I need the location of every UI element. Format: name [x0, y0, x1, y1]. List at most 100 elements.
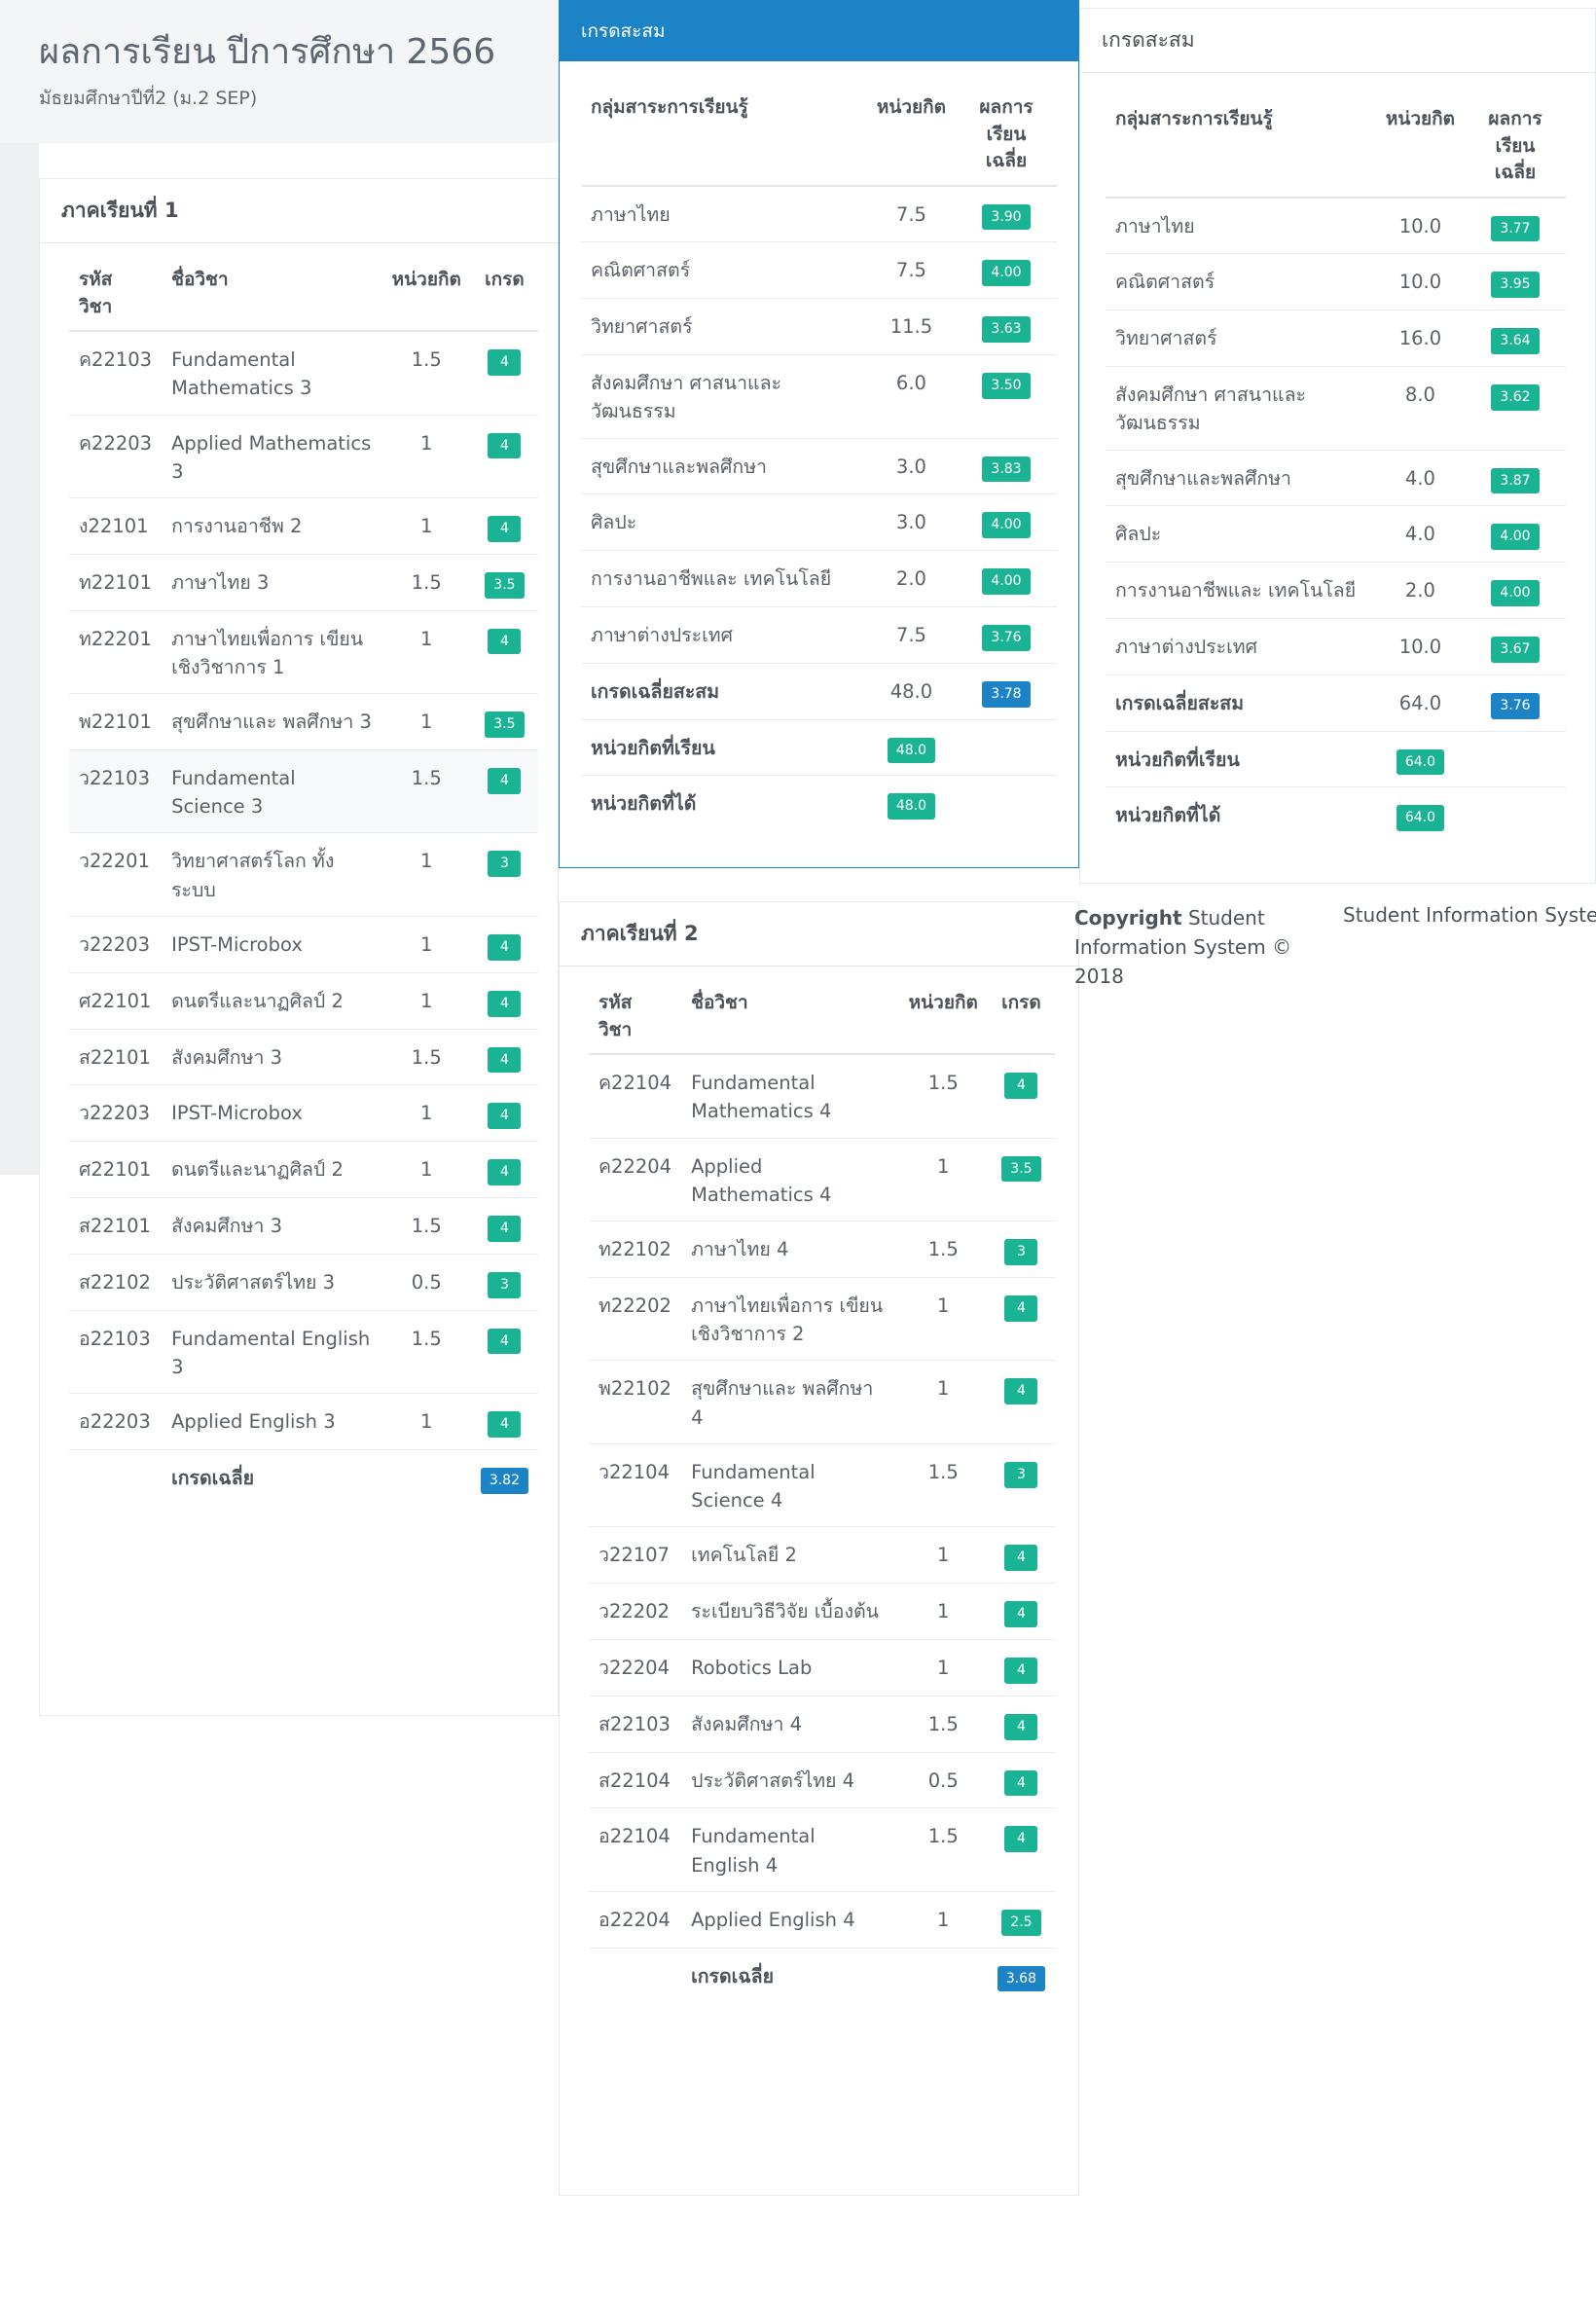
gpa-row: เกรดเฉลี่ย 3.82 [69, 1448, 538, 1506]
table-row: ท22102 ภาษาไทย 4 1.5 3 [589, 1221, 1055, 1278]
group-credit: 7.5 [866, 605, 956, 664]
table-row: ค22103 Fundamental Mathematics 3 1.5 4 [69, 330, 538, 416]
cumulative-panel-1: เกรดสะสม กลุ่มสาระการเรียนรู้ หน่วยกิต ผ… [559, 0, 1079, 868]
col-average: ผลการเรียน เฉลี่ย [979, 96, 1034, 172]
course-code: ศ22101 [69, 1141, 163, 1198]
average-badge: 3.64 [1491, 328, 1540, 355]
course-code: พ22102 [589, 1360, 682, 1444]
course-grade-cell: 4 [470, 915, 538, 973]
grade-badge: 3 [488, 851, 522, 878]
cumulative-gpa-cell: 3.78 [956, 662, 1057, 720]
course-code: ว22203 [69, 1084, 163, 1142]
course-grade-cell: 4 [470, 1141, 538, 1198]
term2-rows: ค22104 Fundamental Mathematics 4 1.5 4 ค2220… [589, 1053, 1055, 2004]
course-credit: 1.5 [898, 1053, 988, 1139]
credits-earned-row: หน่วยกิตที่ได้ 48.0 [581, 775, 1057, 832]
course-code: อ22203 [69, 1393, 163, 1450]
subject-group: คณิตศาสตร์ [581, 241, 867, 299]
group-credit: 10.0 [1375, 253, 1465, 310]
cumulative-1-rows: ภาษาไทย 7.5 3.90 คณิตศาสตร์ 7.5 4.00 วิทยาศาสต… [581, 184, 1057, 832]
credits-studied-badge: 64.0 [1396, 748, 1444, 776]
course-credit: 1 [898, 1583, 988, 1640]
col-subject-group: กลุ่มสาระการเรียนรู้ [1115, 108, 1273, 129]
term2-heading: ภาคเรียนที่ 2 [560, 902, 1078, 966]
credits-studied-cell: 48.0 [866, 718, 956, 776]
group-average-cell: 3.50 [956, 354, 1057, 439]
group-credit: 3.0 [866, 493, 956, 551]
credits-studied-row: หน่วยกิตที่เรียน 48.0 [581, 718, 1057, 776]
course-grade-cell: 3 [987, 1442, 1055, 1527]
col-subject-group: กลุ่มสาระการเรียนรู้ [591, 96, 748, 118]
grade-badge: 4 [488, 1103, 522, 1130]
average-badge: 4.00 [1491, 580, 1540, 606]
subject-group: สุขศึกษาและพลศึกษา [1106, 449, 1376, 506]
course-code: ว22203 [69, 915, 163, 973]
course-name: IPST-Microbox [162, 1084, 382, 1142]
grade-badge: 4 [1004, 1545, 1038, 1572]
group-average-cell: 3.83 [956, 437, 1057, 494]
course-name: Fundamental Science 3 [162, 748, 382, 833]
course-name: Fundamental English 3 [162, 1309, 382, 1394]
group-credit: 7.5 [866, 241, 956, 299]
average-badge: 4.00 [1491, 524, 1540, 551]
group-average-cell: 3.77 [1465, 196, 1566, 254]
course-credit: 1.5 [898, 1442, 988, 1527]
group-credit: 2.0 [866, 550, 956, 607]
course-credit: 1 [898, 1360, 988, 1444]
footer-copyright: Copyright Student Information System © 2… [1074, 903, 1327, 991]
credits-studied-cell: 64.0 [1375, 730, 1465, 787]
course-credit: 1 [898, 1638, 988, 1696]
group-average-cell: 3.62 [1465, 366, 1566, 451]
subject-group: การงานอาชีพและ เทคโนโลยี [1106, 562, 1376, 619]
course-name: สุขศึกษาและ พลศึกษา 3 [162, 693, 382, 750]
table-row: ว22203 IPST-Microbox 1 4 [69, 915, 538, 973]
course-code: ค22103 [69, 330, 163, 416]
group-credit: 2.0 [1375, 562, 1465, 619]
table-row: สังคมศึกษา ศาสนาและ วัฒนธรรม 8.0 3.62 [1106, 366, 1566, 451]
group-average-cell: 4.00 [956, 550, 1057, 607]
course-grade-cell: 4 [987, 1276, 1055, 1361]
subject-group: ศิลปะ [581, 493, 867, 551]
group-credit: 10.0 [1375, 196, 1465, 254]
table-row: อ22203 Applied English 314 [69, 1393, 538, 1450]
empty-cell [956, 775, 1057, 832]
course-credit: 1 [898, 1276, 988, 1361]
grade-badge: 4 [488, 516, 522, 542]
table-row: ว22204 Robotics Lab 1 4 [589, 1638, 1055, 1696]
term1-rows: ค22103 Fundamental Mathematics 3 1.5 4 ค2220… [69, 330, 538, 1506]
group-credit: 8.0 [1375, 366, 1465, 451]
cumulative-2-heading: เกรดสะสม [1080, 9, 1595, 73]
grade-badge: 3 [488, 1271, 522, 1298]
group-credit: 4.0 [1375, 505, 1465, 563]
average-badge: 3.62 [1491, 384, 1540, 411]
course-credit: 1 [381, 1393, 471, 1450]
average-badge: 3.87 [1491, 467, 1540, 494]
credits-studied-badge: 48.0 [887, 737, 935, 764]
table-row: ว22103 Fundamental Science 3 1.5 4 [69, 748, 538, 833]
grade-badge: 3 [1004, 1461, 1038, 1488]
grade-badge: 4 [488, 990, 522, 1017]
subject-group: สังคมศึกษา ศาสนาและ วัฒนธรรม [1106, 366, 1376, 451]
table-row: ภาษาต่างประเทศ 10.0 3.67 [1106, 617, 1566, 675]
course-name: Applied English 3 [162, 1393, 382, 1450]
grade-badge: 4 [488, 1046, 522, 1074]
course-credit: 1 [381, 832, 471, 917]
course-code: อ22104 [589, 1807, 682, 1892]
group-credit: 16.0 [1375, 310, 1465, 367]
grade-badge: 4 [1004, 1713, 1038, 1740]
course-grade-cell: 2.5 [987, 1890, 1055, 1949]
table-row: ค22104 Fundamental Mathematics 4 1.5 4 [589, 1053, 1055, 1139]
course-credit: 0.5 [898, 1751, 988, 1808]
group-credit: 11.5 [866, 298, 956, 355]
table-row: ว22107 เทคโนโลยี 214 [589, 1526, 1055, 1584]
course-grade-cell: 3.5 [470, 693, 538, 750]
average-badge: 3.77 [1491, 215, 1540, 242]
table-row: ค22204 Applied Mathematics 4 1 3.5 [589, 1137, 1055, 1221]
grade-badge: 4 [488, 1411, 522, 1438]
credits-earned-row: หน่วยกิตที่ได้ 64.0 [1106, 786, 1566, 844]
group-average-cell: 4.00 [1465, 505, 1566, 563]
average-badge: 3.63 [982, 316, 1031, 344]
course-credit: 1 [381, 971, 471, 1030]
course-name: Fundamental Mathematics 4 [681, 1053, 899, 1139]
cumulative-1-heading: เกรดสะสม [560, 1, 1078, 61]
